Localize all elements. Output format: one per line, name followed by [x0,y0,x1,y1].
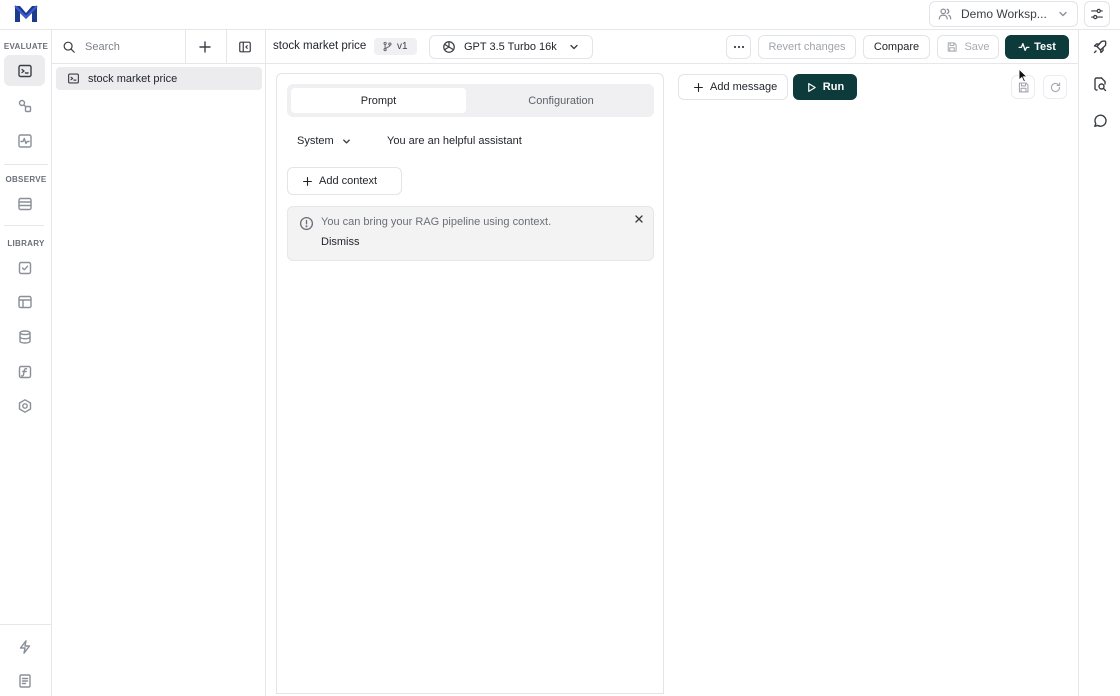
rail-item-evaluations[interactable] [4,125,45,156]
version-selector[interactable]: v1 [374,38,417,55]
version-label: v1 [397,41,408,52]
search-placeholder: Search [85,41,120,53]
rail-item-datasets[interactable] [4,286,45,317]
role-selector[interactable]: System [297,135,352,147]
model-name: GPT 3.5 Turbo 16k [464,41,557,53]
hexagon-icon [17,398,33,414]
book-icon [17,673,33,689]
run-label: Run [822,81,845,93]
plus-divider [226,30,227,63]
add-context-button[interactable]: Add context [287,167,402,195]
refresh-icon [1049,81,1062,94]
workspace-selector[interactable]: Demo Worksp... [929,1,1078,27]
toggle-sidebar-button[interactable] [233,36,257,58]
add-context-label: Add context [319,175,378,187]
openai-icon [442,40,456,54]
users-icon [938,7,952,21]
info-message: You can bring your RAG pipeline using co… [321,216,552,228]
save-icon [946,41,958,53]
rail-item-quickstart[interactable] [4,631,45,662]
file-search-icon [1092,76,1108,92]
search-icon [62,40,76,54]
prompt-title: stock market price [273,40,367,52]
chevron-down-icon [1057,8,1069,20]
model-selector[interactable]: GPT 3.5 Turbo 16k [429,35,593,59]
close-icon[interactable] [633,213,645,225]
rail-divider [51,30,52,696]
context-info-banner [287,206,654,261]
database-icon [17,329,33,345]
search-input[interactable]: Search [52,31,186,63]
tab-prompt[interactable]: Prompt [291,88,466,113]
alert-circle-icon [299,216,314,231]
section-label-evaluate: EVALUATE [3,42,49,51]
terminal-icon [67,72,80,85]
rail-item-flows[interactable] [4,90,45,121]
toolbar-divider [52,63,1078,64]
section-label-library: LIBRARY [7,239,45,248]
rail-item-evaluators[interactable] [4,252,45,283]
rail-bottom-divider [0,624,51,625]
more-options-button[interactable] [726,35,751,59]
dismiss-link[interactable]: Dismiss [321,236,360,248]
terminal-icon [17,63,33,79]
rail-item-functions[interactable] [4,356,45,387]
compare-button[interactable]: Compare [863,35,930,59]
rail-item-docs[interactable] [4,665,45,696]
save-label: Save [964,41,990,53]
test-button[interactable]: Test [1005,35,1069,59]
chevron-down-icon [568,41,580,53]
topbar-divider [0,29,1120,30]
sidebar-item-label: stock market price [88,72,178,85]
settings-button[interactable] [1084,1,1110,27]
deploy-button[interactable] [1089,36,1111,58]
plus-icon [198,40,212,54]
plus-icon [693,82,704,93]
rail-item-logs[interactable] [4,188,45,219]
rail-item-context-sources[interactable] [4,321,45,352]
new-prompt-button[interactable] [193,36,217,58]
system-message-input[interactable]: You are an helpful assistant [387,135,522,147]
right-rail-divider [1078,30,1079,696]
git-branch-icon [382,41,393,52]
message-circle-icon [1092,113,1108,129]
activity-icon [17,133,33,149]
chevron-down-icon [341,136,352,147]
workspace-name: Demo Worksp... [961,7,1047,21]
app-logo[interactable] [12,3,40,25]
rail-section-divider [4,164,48,165]
evaluation-button[interactable] [1089,73,1111,95]
checkbox-icon [17,260,33,276]
function-icon [17,364,33,380]
sidebar-panel-icon [238,40,252,54]
more-horizontal-icon [732,40,746,54]
section-label-observe: OBSERVE [5,175,47,184]
comments-button[interactable] [1089,110,1111,132]
sidebar-divider [265,30,266,696]
reset-chat-button[interactable] [1043,75,1067,99]
play-icon [806,82,817,93]
rail-item-agents[interactable] [4,390,45,421]
plus-icon [302,176,313,187]
sidebar-item-prompt[interactable]: stock market price [56,67,262,90]
add-message-button[interactable]: Add message [678,74,788,100]
sliders-icon [1090,7,1104,21]
tab-configuration[interactable]: Configuration [470,88,652,113]
test-label: Test [1034,41,1056,53]
table-rows-icon [17,196,33,212]
revert-changes-button[interactable]: Revert changes [758,35,856,59]
role-label: System [297,135,334,147]
grid-icon [17,294,33,310]
editor-tabs: Prompt Configuration [287,84,654,117]
save-button[interactable]: Save [937,35,999,59]
shapes-icon [17,98,33,114]
add-message-label: Add message [710,81,778,93]
rocket-icon [1092,39,1108,55]
activity-icon [1018,41,1030,53]
zap-icon [17,639,33,655]
rail-section-divider [4,225,44,226]
mouse-cursor-icon [1018,68,1028,83]
rail-item-prompts[interactable] [4,55,45,86]
run-button[interactable]: Run [793,74,857,100]
